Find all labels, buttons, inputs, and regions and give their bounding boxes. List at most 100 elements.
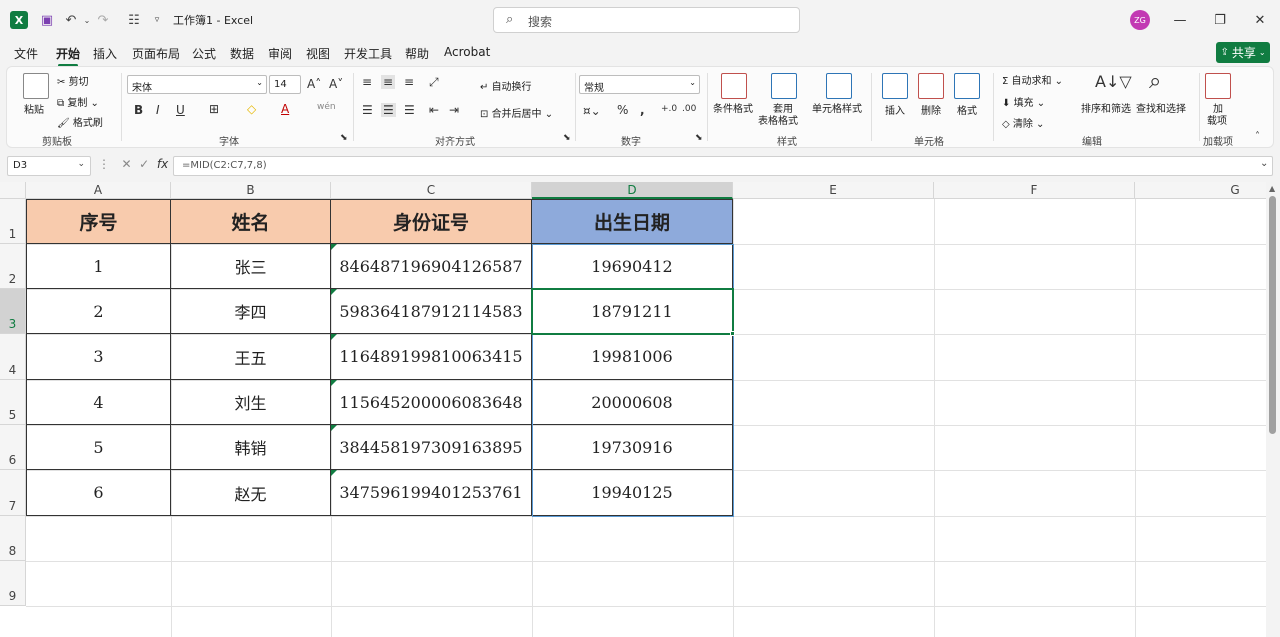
formula-input[interactable]: =MID(C2:C7,7,8) [173, 156, 1273, 176]
italic-icon[interactable]: I [156, 103, 160, 117]
autosum-button[interactable]: Σ 自动求和 ⌄ [1002, 72, 1063, 87]
format-as-table-line2[interactable]: 表格格式 [758, 112, 798, 127]
align-bottom-icon[interactable]: ≡ [404, 75, 414, 89]
cancel-icon[interactable]: ✕ [121, 157, 131, 171]
share-button[interactable]: ⇪ 共享 ⌄ [1216, 42, 1270, 63]
search-box[interactable]: ⌕ 搜索 [493, 7, 800, 33]
row-header[interactable]: 6 [0, 425, 26, 470]
comma-style-icon[interactable]: , [640, 103, 645, 117]
underline-icon[interactable]: U [176, 103, 185, 117]
table-cell[interactable]: 598364187912114583 [331, 289, 532, 334]
tab-review[interactable]: 审阅 [268, 45, 292, 62]
fill-button[interactable]: ⬇ 填充 ⌄ [1002, 94, 1045, 109]
table-cell[interactable]: 2 [27, 289, 171, 334]
format-as-table-icon[interactable] [771, 73, 797, 99]
table-cell[interactable]: 李四 [171, 289, 331, 334]
fill-handle[interactable] [730, 331, 735, 336]
copy-button[interactable]: ⧉ 复制 ⌄ [57, 94, 99, 109]
table-cell[interactable]: 20000608 [532, 380, 733, 425]
table-cell[interactable]: 384458197309163895 [331, 425, 532, 470]
row-header[interactable]: 2 [0, 244, 26, 289]
column-header-e[interactable]: E [733, 182, 934, 199]
delete-cells-button[interactable]: 删除 [921, 102, 941, 117]
sort-filter-icon[interactable]: A↓▽ [1095, 72, 1132, 91]
more-icon[interactable]: ⋮ [98, 157, 110, 171]
row-header[interactable]: 4 [0, 334, 26, 380]
redo-icon[interactable]: ↷ [94, 11, 112, 29]
minimize-button[interactable]: — [1170, 10, 1190, 30]
font-color-icon[interactable]: A [281, 102, 289, 116]
table-cell[interactable]: 19940125 [532, 470, 733, 516]
number-format-select[interactable]: 常规 ⌄ [579, 75, 700, 94]
paste-icon[interactable] [23, 73, 49, 99]
decrease-indent-icon[interactable]: ⇤ [429, 103, 439, 117]
cell-b1[interactable]: 姓名 [171, 200, 331, 244]
collapse-ribbon-icon[interactable]: ˄ [1255, 131, 1260, 142]
insert-cells-icon[interactable] [882, 73, 908, 99]
expand-formula-icon[interactable]: ⌄ [1260, 158, 1268, 169]
alignment-dialog-launcher-icon[interactable]: ⬊ [563, 133, 571, 143]
restore-button[interactable]: ❐ [1210, 10, 1230, 30]
table-cell[interactable]: 张三 [171, 244, 331, 289]
tab-insert[interactable]: 插入 [93, 45, 117, 62]
row-header[interactable]: 3 [0, 289, 26, 334]
cell-a1[interactable]: 序号 [27, 200, 171, 244]
close-button[interactable]: ✕ [1250, 10, 1270, 30]
tab-help[interactable]: 帮助 [405, 45, 429, 62]
font-dialog-launcher-icon[interactable]: ⬊ [340, 133, 348, 143]
tab-developer[interactable]: 开发工具 [344, 45, 392, 62]
cell-styles-button[interactable]: 单元格样式 [812, 100, 862, 115]
border-icon[interactable]: ⊞ [209, 102, 219, 116]
column-header-f[interactable]: F [934, 182, 1135, 199]
column-header-g[interactable]: G [1135, 182, 1266, 199]
table-cell[interactable]: 4 [27, 380, 171, 425]
find-select-button[interactable]: 查找和选择 [1136, 100, 1186, 115]
scrollbar-thumb[interactable] [1269, 196, 1276, 434]
sort-filter-button[interactable]: 排序和筛选 [1081, 100, 1131, 115]
table-cell[interactable]: 19981006 [532, 334, 733, 380]
table-cell[interactable]: 1 [27, 244, 171, 289]
conditional-format-button[interactable]: 条件格式 [713, 100, 753, 115]
conditional-format-icon[interactable] [721, 73, 747, 99]
fill-color-icon[interactable]: ◇ [247, 102, 256, 116]
increase-decimal-icon[interactable]: +.0 [661, 104, 677, 114]
wrap-text-button[interactable]: ↵ 自动换行 [480, 78, 532, 93]
cut-button[interactable]: ✂ 剪切 [57, 73, 89, 88]
tab-page-layout[interactable]: 页面布局 [132, 45, 180, 62]
align-right-icon[interactable]: ☰ [404, 103, 415, 117]
cell-c1[interactable]: 身份证号 [331, 200, 532, 244]
user-avatar[interactable]: ZG [1130, 10, 1150, 30]
clear-button[interactable]: ◇ 清除 ⌄ [1002, 115, 1044, 130]
row-header[interactable]: 5 [0, 380, 26, 425]
font-size-select[interactable]: 14 [269, 75, 301, 94]
decrease-font-icon[interactable]: A˅ [329, 77, 343, 91]
align-middle-icon[interactable]: ≡ [381, 75, 396, 89]
table-cell[interactable]: 6 [27, 470, 171, 516]
delete-cells-icon[interactable] [918, 73, 944, 99]
column-header-b[interactable]: B [171, 182, 331, 199]
table-cell[interactable]: 刘生 [171, 380, 331, 425]
format-cells-button[interactable]: 格式 [957, 102, 977, 117]
align-center-icon[interactable]: ☰ [381, 103, 396, 117]
number-dialog-launcher-icon[interactable]: ⬊ [695, 133, 703, 143]
decrease-decimal-icon[interactable]: .00 [682, 104, 696, 114]
paste-button[interactable]: 粘贴 [24, 101, 44, 116]
customize-toolbar-icon[interactable]: ▿ [148, 11, 166, 29]
orientation-icon[interactable]: ⤢ [429, 75, 439, 90]
name-box[interactable]: D3 ⌄ [7, 156, 91, 176]
align-left-icon[interactable]: ☰ [362, 103, 373, 117]
increase-indent-icon[interactable]: ⇥ [449, 103, 459, 117]
table-cell[interactable]: 王五 [171, 334, 331, 380]
column-header-c[interactable]: C [331, 182, 532, 199]
column-header-a[interactable]: A [26, 182, 171, 199]
insert-function-icon[interactable]: fx [157, 157, 168, 171]
worksheet-grid[interactable]: A B C D E F G 1 2 3 4 5 6 7 8 9 序号 姓名 身份… [0, 182, 1266, 637]
format-cells-icon[interactable] [954, 73, 980, 99]
table-cell[interactable]: 韩销 [171, 425, 331, 470]
tab-formulas[interactable]: 公式 [192, 45, 216, 62]
phonetic-icon[interactable]: wén [317, 102, 336, 112]
addins-line2[interactable]: 载项 [1207, 112, 1227, 127]
increase-font-icon[interactable]: A˄ [307, 77, 321, 91]
align-top-icon[interactable]: ≡ [362, 75, 372, 89]
table-cell[interactable]: 3 [27, 334, 171, 380]
